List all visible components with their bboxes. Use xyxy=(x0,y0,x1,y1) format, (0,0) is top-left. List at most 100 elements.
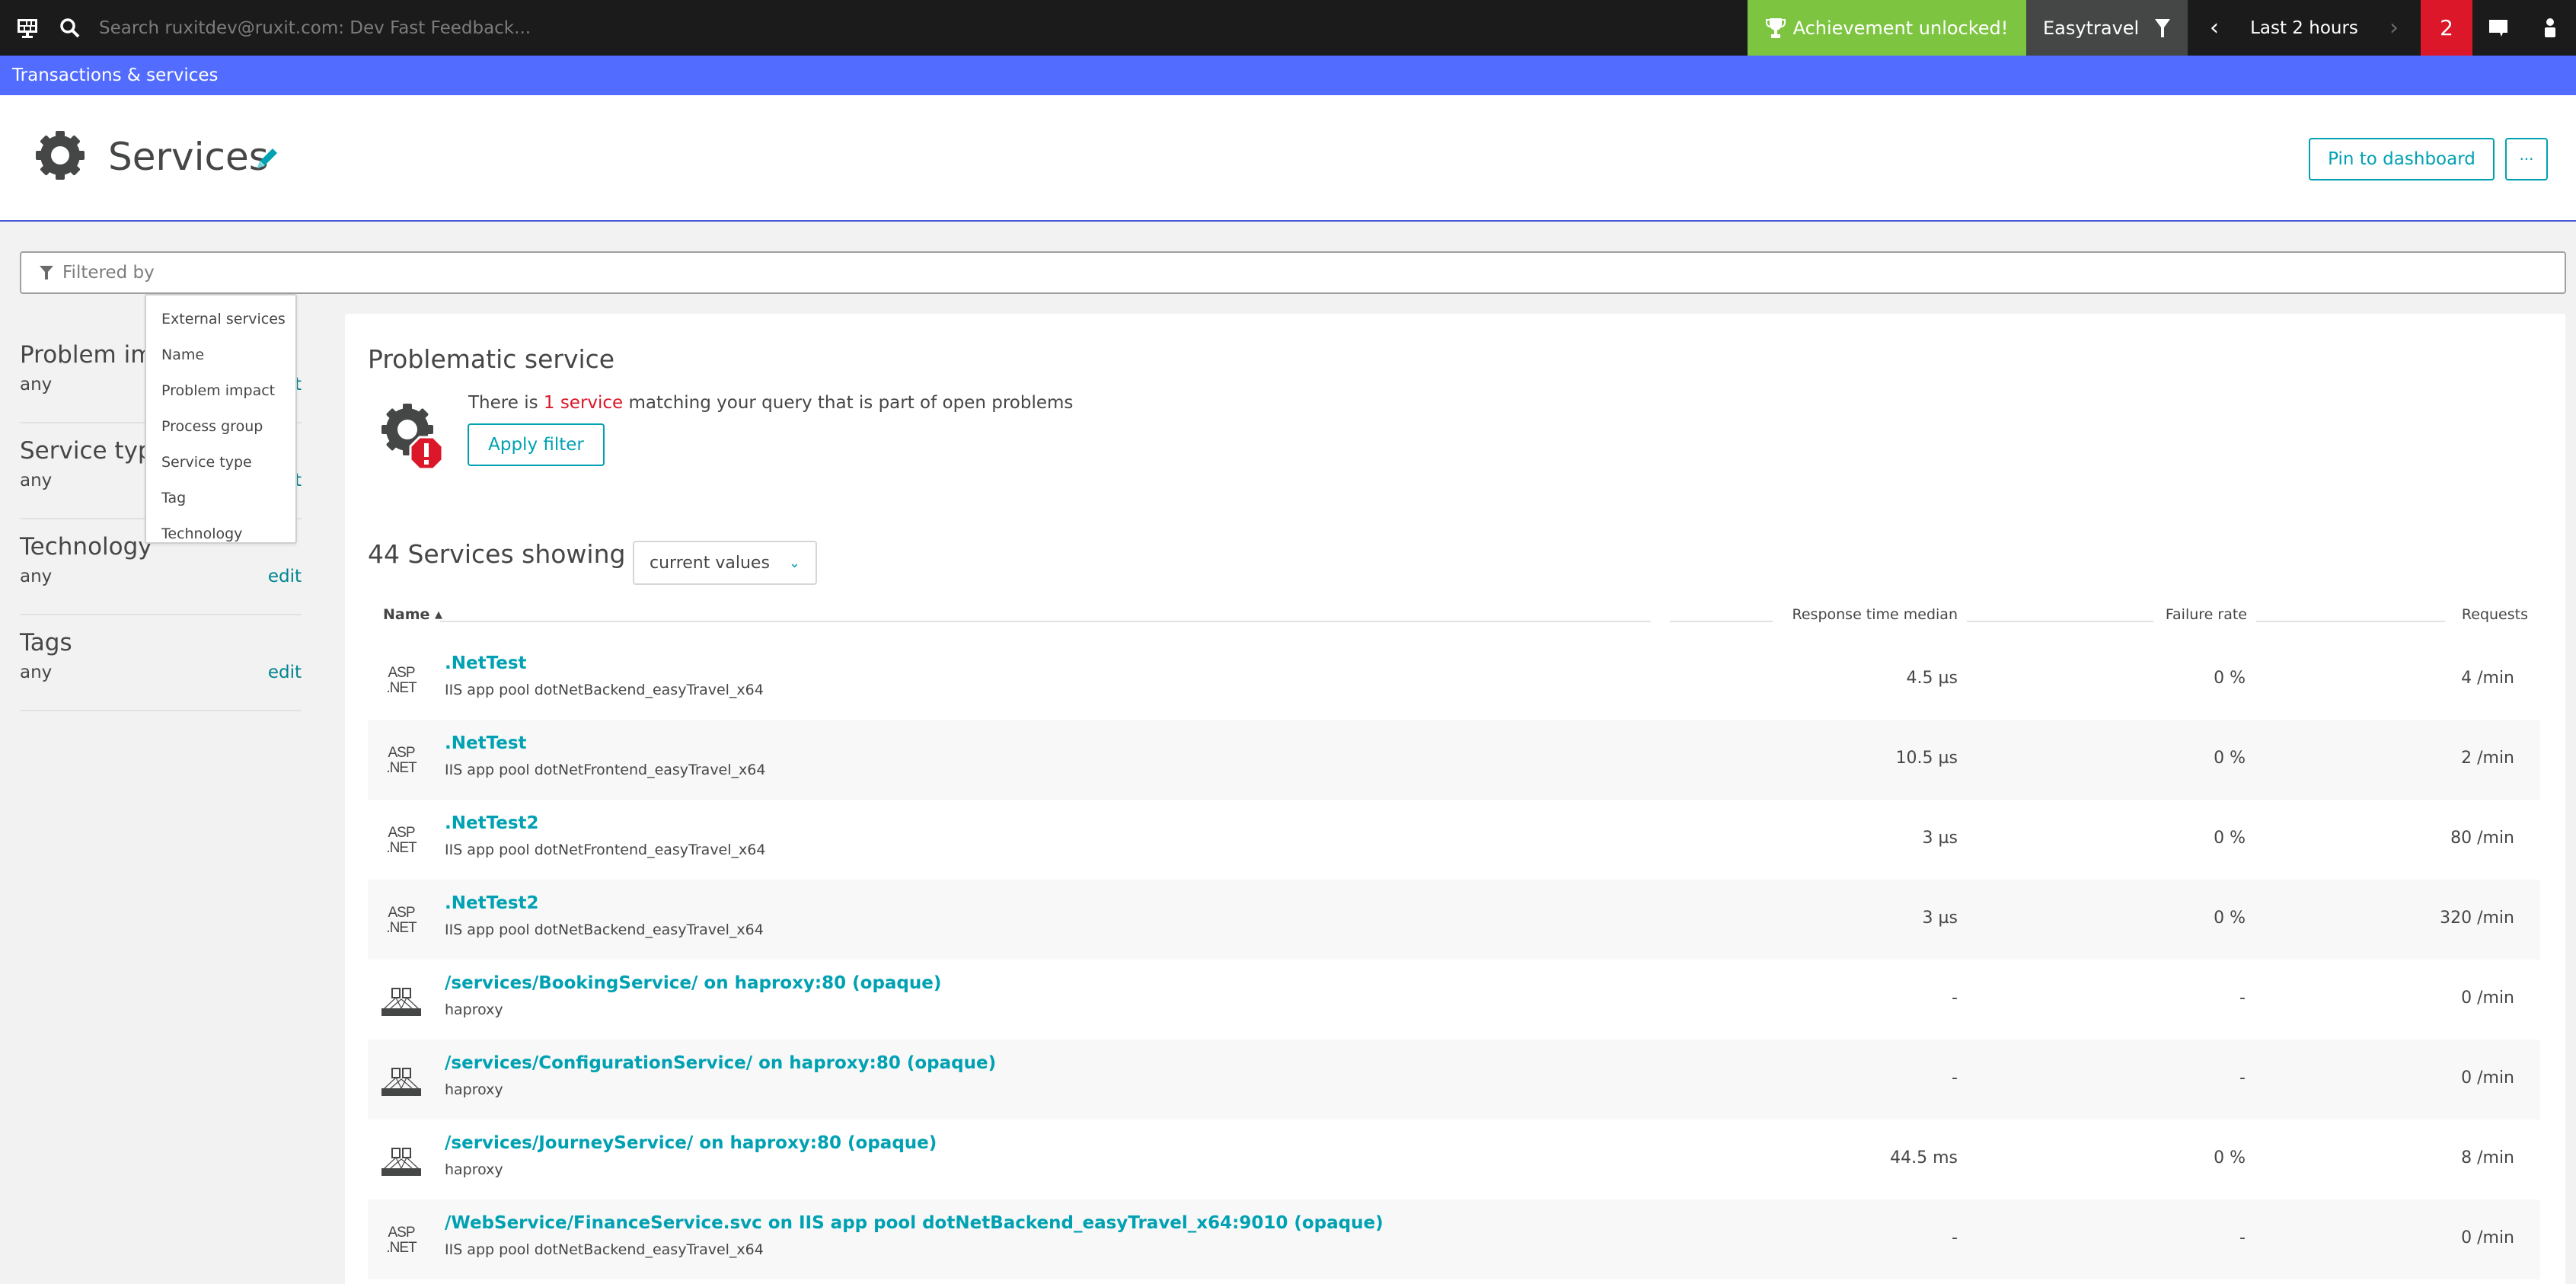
breadcrumb: Transactions & services xyxy=(0,56,2576,95)
requests-value: 0 /min xyxy=(2461,1228,2514,1247)
achievement-banner[interactable]: Achievement unlocked! xyxy=(1748,0,2026,56)
apply-filter-button[interactable]: Apply filter xyxy=(468,423,605,466)
response-time-value: - xyxy=(1952,989,1958,1008)
process-group-label: IIS app pool dotNetFrontend_easyTravel_x… xyxy=(445,762,766,778)
page-title: Services xyxy=(108,135,269,179)
message-text: There is xyxy=(468,393,544,413)
timeframe-previous-button[interactable]: ‹ xyxy=(2203,14,2226,41)
column-header-name[interactable]: Name ▲ xyxy=(383,606,442,623)
environment-filter[interactable]: Easytravel xyxy=(2026,0,2188,56)
dropdown-item-service-type[interactable]: Service type xyxy=(146,445,295,481)
requests-value: 0 /min xyxy=(2461,1068,2514,1088)
sort-ascending-icon: ▲ xyxy=(435,608,443,621)
column-header-requests[interactable]: Requests xyxy=(2462,606,2528,623)
table-row[interactable]: /services/ConfigurationService/ on hapro… xyxy=(368,1040,2540,1120)
failure-rate-value: 0 % xyxy=(2214,909,2246,928)
table-row[interactable]: ASP .NET .NetTest IIS app pool dotNetFron… xyxy=(368,720,2540,800)
pin-to-dashboard-button[interactable]: Pin to dashboard xyxy=(2309,138,2495,180)
response-time-value: 3 µs xyxy=(1922,909,1958,928)
page-header: Services Pin to dashboard ··· xyxy=(0,95,2576,222)
table-row[interactable]: /services/JourneyService/ on haproxy:80 … xyxy=(368,1120,2540,1199)
top-navigation-bar: Achievement unlocked! Easytravel ‹ Last … xyxy=(0,0,2576,56)
environment-label: Easytravel xyxy=(2043,17,2140,39)
user-icon xyxy=(2545,18,2555,37)
sidebar-section-title: Tags xyxy=(20,629,72,656)
user-button[interactable] xyxy=(2524,0,2576,56)
edit-pencil-icon[interactable] xyxy=(253,145,280,173)
divider xyxy=(1670,621,1773,622)
chat-icon xyxy=(2489,19,2507,37)
values-mode-select[interactable]: current values ⌄ xyxy=(633,541,817,585)
problematic-service-title: Problematic service xyxy=(368,344,615,374)
problematic-service-message: There is 1 service matching your query t… xyxy=(468,393,1073,413)
more-actions-button[interactable]: ··· xyxy=(2505,138,2548,180)
column-header-failure-rate[interactable]: Failure rate xyxy=(2166,606,2247,623)
process-group-label: haproxy xyxy=(445,1081,503,1098)
chat-button[interactable] xyxy=(2472,0,2524,56)
main-panel: Problematic service There is 1 service m… xyxy=(345,314,2566,1284)
process-group-label: IIS app pool dotNetBackend_easyTravel_x6… xyxy=(445,1241,764,1258)
dropdown-item-external-services[interactable]: External services xyxy=(146,302,295,337)
table-row[interactable]: ASP .NET .NetTest2 IIS app pool dotNetFro… xyxy=(368,800,2540,880)
service-name-link[interactable]: .NetTest xyxy=(445,653,527,673)
process-group-label: IIS app pool dotNetBackend_easyTravel_x6… xyxy=(445,682,764,698)
sidebar-section-value: any xyxy=(20,375,53,394)
timeframe-label[interactable]: Last 2 hours xyxy=(2250,18,2358,38)
response-time-value: 44.5 ms xyxy=(1890,1148,1958,1167)
table-row[interactable]: ASP .NET /WebService/FinanceService.svc o… xyxy=(368,1199,2540,1279)
dropdown-item-problem-impact[interactable]: Problem impact xyxy=(146,373,295,409)
failure-rate-value: 0 % xyxy=(2214,669,2246,688)
table-row[interactable]: /services/BookingService/ on haproxy:80 … xyxy=(368,960,2540,1040)
edit-link[interactable]: edit xyxy=(268,663,302,682)
table-row[interactable]: ASP .NET .NetTest2 IIS app pool dotNetBac… xyxy=(368,880,2540,960)
search-icon[interactable] xyxy=(55,0,85,56)
breadcrumb-item[interactable]: Transactions & services xyxy=(12,65,219,85)
filter-bar xyxy=(20,251,2566,294)
response-time-value: 3 µs xyxy=(1922,829,1958,848)
filter-icon xyxy=(40,266,53,279)
service-name-link[interactable]: /services/JourneyService/ on haproxy:80 … xyxy=(445,1133,937,1153)
dropdown-item-name[interactable]: Name xyxy=(146,337,295,373)
service-name-link[interactable]: /WebService/FinanceService.svc on IIS ap… xyxy=(445,1213,1384,1233)
failure-rate-value: - xyxy=(2239,1068,2246,1088)
requests-value: 320 /min xyxy=(2440,909,2514,928)
table-row[interactable]: ASP .NET .NetTest IIS app pool dotNetBack… xyxy=(368,640,2540,720)
service-name-link[interactable]: /services/ConfigurationService/ on hapro… xyxy=(445,1053,996,1073)
chevron-down-icon: ⌄ xyxy=(788,554,800,571)
service-name-link[interactable]: /services/BookingService/ on haproxy:80 … xyxy=(445,973,941,993)
problems-badge[interactable]: 2 xyxy=(2421,0,2472,56)
page-scrollbar[interactable] xyxy=(2565,314,2576,1284)
filter-attribute-dropdown: External services Name Problem impact Pr… xyxy=(145,294,297,544)
services-table: ASP .NET .NetTest IIS app pool dotNetBack… xyxy=(368,640,2540,1279)
service-name-link[interactable]: .NetTest2 xyxy=(445,813,539,833)
edit-link[interactable]: edit xyxy=(268,567,302,586)
process-group-label: haproxy xyxy=(445,1161,503,1178)
divider xyxy=(1967,621,2153,622)
failure-rate-value: 0 % xyxy=(2214,1148,2246,1167)
haproxy-icon xyxy=(381,988,421,1016)
menu-button[interactable] xyxy=(0,0,55,56)
failure-rate-value: - xyxy=(2239,1228,2246,1247)
aspnet-icon: ASP .NET xyxy=(386,825,417,856)
response-time-value: 10.5 µs xyxy=(1895,749,1958,768)
sidebar-section-title: Technology xyxy=(20,533,152,561)
aspnet-icon: ASP .NET xyxy=(386,1225,417,1256)
sidebar-section-value: any xyxy=(20,663,53,682)
haproxy-icon xyxy=(381,1148,421,1176)
service-name-link[interactable]: .NetTest xyxy=(445,733,527,753)
timeframe-next-button[interactable]: › xyxy=(2383,14,2405,41)
column-header-response-time[interactable]: Response time median xyxy=(1792,606,1958,623)
service-name-link[interactable]: .NetTest2 xyxy=(445,893,539,913)
dropdown-item-tag[interactable]: Tag xyxy=(146,481,295,516)
failure-rate-value: - xyxy=(2239,989,2246,1008)
timeframe-selector: ‹ Last 2 hours › xyxy=(2188,0,2421,56)
sidebar-section-tags: Tags any edit xyxy=(20,615,302,711)
process-group-label: IIS app pool dotNetBackend_easyTravel_x6… xyxy=(445,921,764,938)
response-time-value: - xyxy=(1952,1228,1958,1247)
message-text: matching your query that is part of open… xyxy=(623,393,1074,413)
filter-input[interactable] xyxy=(62,263,2499,283)
dashboard-monitor-icon xyxy=(18,18,37,38)
dropdown-item-process-group[interactable]: Process group xyxy=(146,409,295,445)
global-search-input[interactable] xyxy=(85,0,1151,56)
dropdown-item-technology[interactable]: Technology xyxy=(146,516,295,552)
